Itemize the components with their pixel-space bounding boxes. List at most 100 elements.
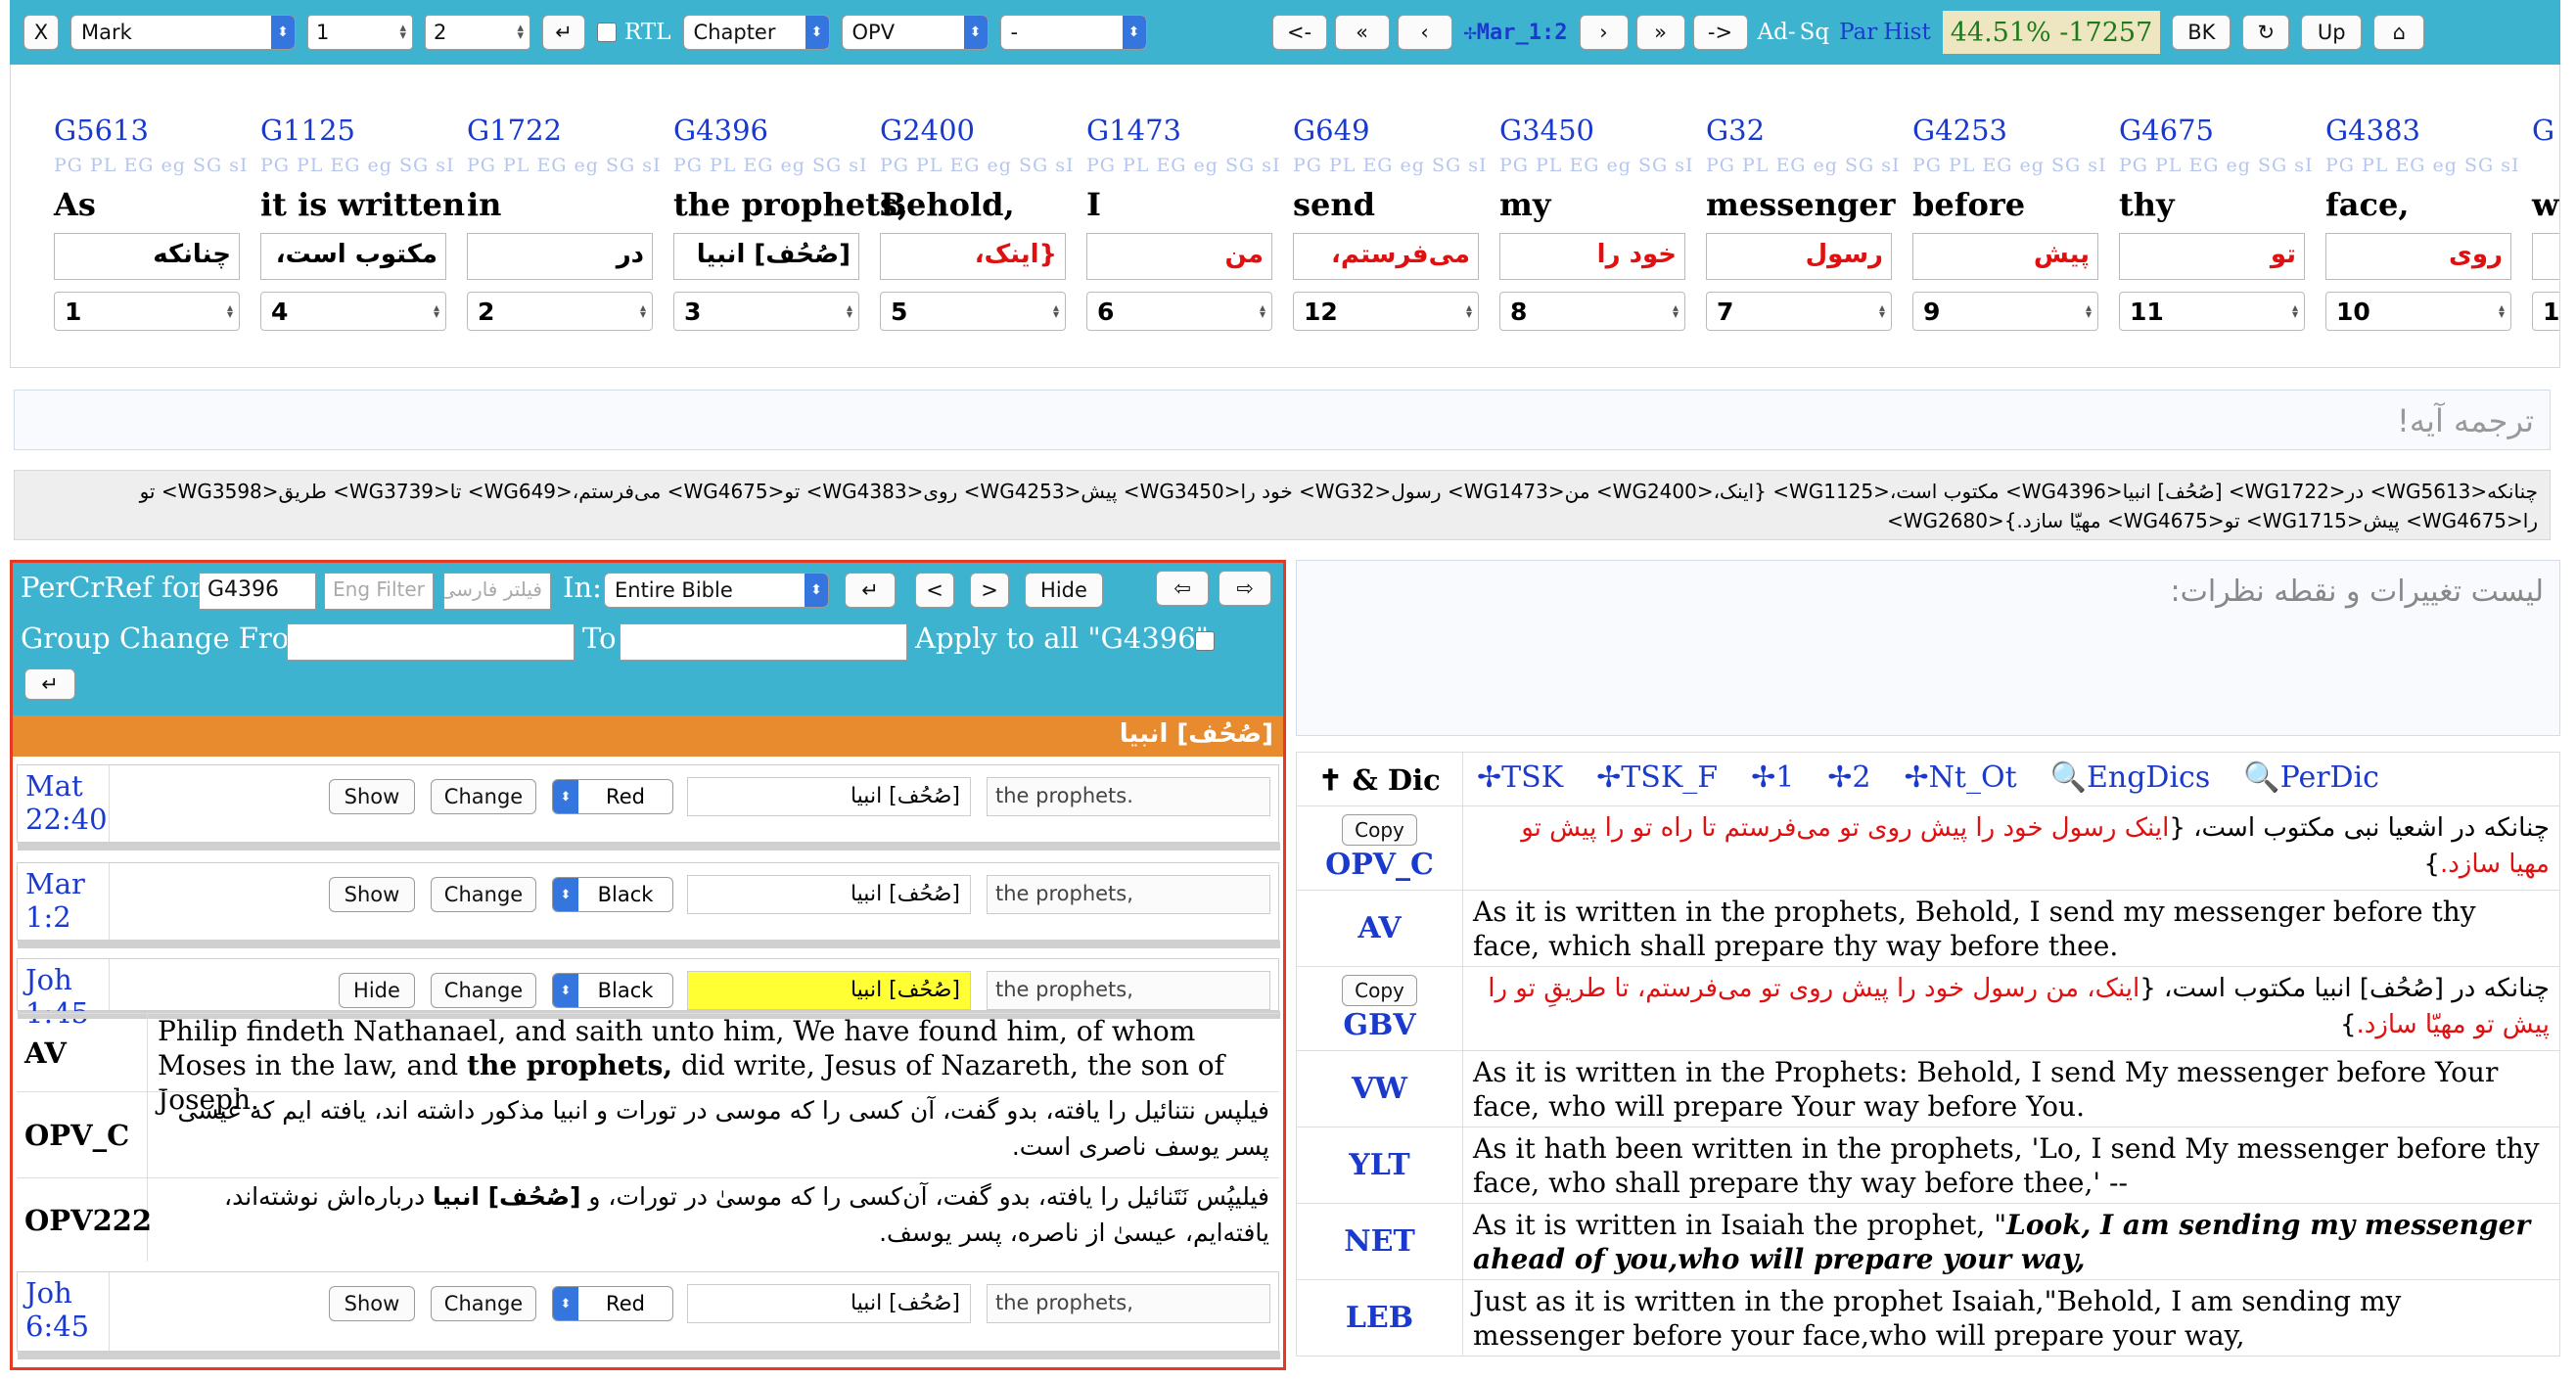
order-input[interactable]: 12 ▴ ▾ (1293, 292, 1479, 331)
version-label[interactable]: YLT (1349, 1148, 1409, 1182)
notes-input[interactable]: لیست تغییرات و نقطه نظرات: (1296, 560, 2560, 736)
order-input[interactable]: 4 ▴ ▾ (260, 292, 446, 331)
prev-button[interactable]: ‹ (1397, 15, 1452, 50)
resource-link[interactable]: ✢Nt_Ot (1905, 760, 2017, 795)
toggle-button[interactable]: Show (329, 779, 415, 814)
back-arrow-icon[interactable]: ⇦ (1156, 571, 1209, 606)
change-button[interactable]: Change (431, 973, 536, 1008)
persian-word-input[interactable]: چنانکه (54, 233, 240, 280)
order-input[interactable]: 8 ▴ ▾ (1499, 292, 1685, 331)
verse-ref-link[interactable]: Joh 6:45 (18, 1272, 110, 1347)
sq-link[interactable]: Sq (1800, 20, 1829, 45)
toggle-button[interactable]: Hide (339, 973, 415, 1008)
verse-input[interactable]: 2 ▴ ▾ (425, 15, 530, 50)
strong-number[interactable]: G5613 (54, 114, 149, 147)
percref-next-button[interactable]: > (970, 573, 1009, 608)
order-input[interactable]: 9 ▴ ▾ (1912, 292, 2098, 331)
prev-chapter-button[interactable]: <- (1271, 15, 1327, 50)
bk-button[interactable]: BK (2172, 15, 2231, 50)
persian-word-input[interactable] (2532, 233, 2559, 280)
order-input[interactable]: 6 ▴ ▾ (1086, 292, 1272, 331)
change-button[interactable]: Change (431, 1286, 536, 1321)
strong-number[interactable]: G4396 (673, 114, 768, 147)
english-phrase-input[interactable]: the prophets, (987, 971, 1270, 1010)
resource-link[interactable]: 🔍PerDic (2243, 760, 2379, 795)
strong-number[interactable]: G4383 (2325, 114, 2420, 147)
english-phrase-input[interactable]: the prophets. (987, 777, 1270, 816)
percref-go-button[interactable]: ↵ (845, 573, 896, 608)
version-label[interactable]: NET (1344, 1224, 1415, 1259)
toggle-button[interactable]: Show (329, 1286, 415, 1321)
home-icon[interactable]: ⌂ (2373, 15, 2425, 50)
verse-ref-link[interactable]: Mar 1:2 (18, 863, 110, 938)
persian-word-input[interactable]: در (467, 233, 653, 280)
next-chapter-button[interactable]: -> (1692, 15, 1748, 50)
forward-arrow-icon[interactable]: ⇨ (1219, 571, 1271, 606)
persian-phrase-input[interactable]: [صُحُف] انبیا (687, 777, 971, 816)
refresh-icon[interactable]: ↻ (2242, 15, 2290, 50)
color-select[interactable]: ⬍ Red (552, 1286, 673, 1321)
resource-link[interactable]: ✢TSK_F (1596, 760, 1718, 795)
version-label[interactable]: GBV (1343, 1008, 1415, 1042)
version-label[interactable]: OPV_C (1325, 848, 1434, 882)
version-label[interactable]: LEB (1346, 1301, 1413, 1335)
persian-phrase-input[interactable]: [صُحُف] انبیا (687, 875, 971, 914)
strong-number[interactable]: G649 (1293, 114, 1370, 147)
verse-ref-link[interactable]: Mat 22:40 (18, 765, 110, 840)
version-label[interactable]: AV (1357, 911, 1401, 945)
persian-word-input[interactable]: می‌فرستم، (1293, 233, 1479, 280)
order-input[interactable]: 1▴▾ (54, 292, 240, 331)
resource-link[interactable]: ✢1 (1751, 760, 1794, 795)
percref-prev-button[interactable]: < (915, 573, 954, 608)
rtl-checkbox[interactable] (597, 23, 617, 42)
persian-phrase-input[interactable]: [صُحُف] انبیا (687, 1284, 971, 1323)
change-button[interactable]: Change (431, 877, 536, 912)
book-select[interactable]: Mark ⬍ (70, 15, 296, 50)
hist-link[interactable]: Hist (1883, 20, 1930, 45)
resource-link[interactable]: 🔍EngDics (2050, 760, 2211, 795)
percref-hide-button[interactable]: Hide (1025, 573, 1103, 608)
group-from-input[interactable] (287, 623, 575, 661)
strong-input[interactable]: G4396 (199, 573, 316, 610)
apply-all-checkbox[interactable] (1195, 631, 1215, 651)
persian-word-input[interactable]: {اینک، (880, 233, 1066, 280)
first-button[interactable]: « (1334, 15, 1390, 50)
toggle-button[interactable]: Show (329, 877, 415, 912)
change-button[interactable]: Change (431, 779, 536, 814)
par-link[interactable]: Par (1839, 20, 1877, 45)
group-apply-button[interactable]: ↵ (24, 668, 75, 700)
ad-link[interactable]: Ad- (1758, 20, 1796, 45)
resource-link[interactable]: ✢2 (1827, 760, 1870, 795)
persian-phrase-input[interactable]: [صُحُف] انبیا (687, 971, 971, 1010)
order-input[interactable]: 7 ▴ ▾ (1706, 292, 1892, 331)
group-to-input[interactable] (620, 623, 907, 661)
scope-select[interactable]: Entire Bible ⬍ (604, 573, 829, 608)
order-input[interactable]: 10 ▴ ▾ (2325, 292, 2511, 331)
order-input[interactable]: 5 ▴ ▾ (880, 292, 1066, 331)
english-phrase-input[interactable]: the prophets, (987, 1284, 1270, 1323)
go-button[interactable]: ↵ (542, 15, 585, 50)
chapter-input[interactable]: 1 ▴ ▾ (307, 15, 413, 50)
persian-word-input[interactable]: رسول (1706, 233, 1892, 280)
extra-select[interactable]: - ⬍ (999, 15, 1147, 50)
mode-select[interactable]: Chapter ⬍ (682, 15, 830, 50)
strong-number[interactable]: G (2532, 114, 2554, 147)
color-select[interactable]: ⬍ Black (552, 973, 673, 1008)
close-button[interactable]: X (23, 15, 59, 50)
persian-word-input[interactable]: روی (2325, 233, 2511, 280)
order-input[interactable]: 3 ▴ ▾ (673, 292, 859, 331)
next-button[interactable]: › (1579, 15, 1629, 50)
persian-word-input[interactable]: [صُحُف] انبیا (673, 233, 859, 280)
order-input[interactable]: 1▴▾ (2532, 292, 2559, 331)
persian-word-input[interactable]: تو (2119, 233, 2305, 280)
version-label[interactable]: VW (1352, 1072, 1407, 1106)
persian-word-input[interactable]: پیش (1912, 233, 2098, 280)
strong-number[interactable]: G4253 (1912, 114, 2007, 147)
strong-number[interactable]: G1473 (1086, 114, 1181, 147)
version-select[interactable]: OPV ⬍ (841, 15, 989, 50)
persian-word-input[interactable]: خود را (1499, 233, 1685, 280)
persian-word-input[interactable]: من (1086, 233, 1272, 280)
color-select[interactable]: ⬍ Red (552, 779, 673, 814)
order-input[interactable]: 2 ▴ ▾ (467, 292, 653, 331)
persian-word-input[interactable]: مکتوب است، (260, 233, 446, 280)
